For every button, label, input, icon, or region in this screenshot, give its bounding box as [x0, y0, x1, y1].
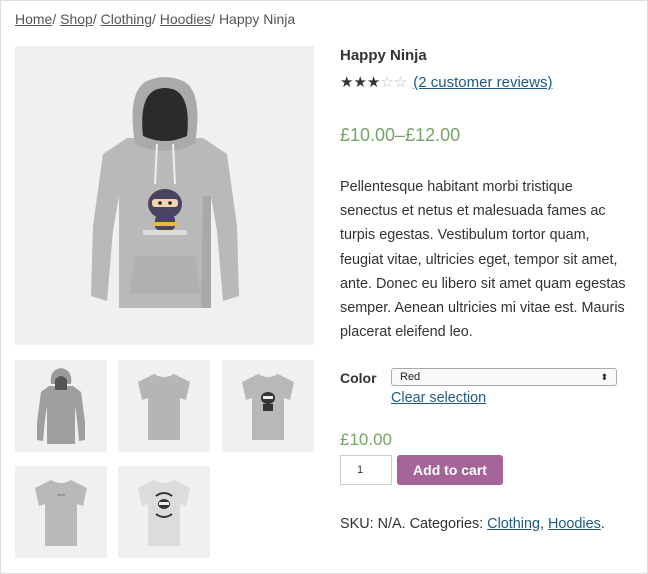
category-hoodies-link[interactable]: Hoodies [548, 516, 601, 532]
breadcrumb-shop-link[interactable]: Shop [60, 11, 93, 27]
add-to-cart-button[interactable]: Add to cart [397, 455, 503, 485]
variation-price: £10.00 [340, 430, 392, 449]
breadcrumb-current: Happy Ninja [218, 11, 296, 27]
product-thumbnail-tshirt-ninja[interactable] [222, 360, 314, 452]
product-main-image[interactable] [15, 46, 314, 345]
star-empty-icon: ☆ [393, 73, 408, 91]
breadcrumb-separator: / [52, 11, 61, 27]
product-thumbnail-tshirt-back[interactable] [118, 360, 210, 452]
star-empty-icon: ☆ [380, 73, 394, 91]
tshirt-white-image [118, 466, 210, 558]
color-label: Color [340, 370, 377, 386]
breadcrumb-clothing-link[interactable]: Clothing [101, 11, 152, 27]
meta-end: . [600, 516, 605, 532]
select-arrow-icon: ⬍ [600, 371, 608, 382]
clear-selection-link[interactable]: Clear selection [391, 390, 486, 406]
color-select[interactable]: Red ⬍ [391, 368, 617, 386]
meta-separator: , [539, 516, 548, 532]
breadcrumb-home-link[interactable]: Home [15, 11, 52, 27]
breadcrumb: Home/ Shop/ Clothing/ Hoodies/ Happy Nin… [15, 11, 295, 27]
product-rating: ★ ★ ★ ☆ ☆ (2 customer reviews) [340, 74, 552, 91]
product-thumbnail-hoodie-back[interactable] [15, 360, 107, 452]
tshirt-back-image [118, 360, 210, 452]
product-thumbnail-tshirt-plain[interactable] [15, 466, 107, 558]
product-thumbnail-tshirt-white[interactable] [118, 466, 210, 558]
color-select-value: Red [400, 371, 421, 383]
breadcrumb-hoodies-link[interactable]: Hoodies [160, 11, 211, 27]
quantity-input[interactable]: 1 [340, 455, 392, 485]
star-filled-icon: ★ [366, 73, 381, 91]
breadcrumb-separator: / [152, 11, 160, 27]
hoodie-image [15, 46, 314, 345]
hoodie-back-image [15, 360, 107, 452]
customer-reviews-link[interactable]: (2 customer reviews) [413, 74, 552, 91]
price-range: £10.00–£12.00 [340, 125, 461, 145]
product-title: Happy Ninja [340, 47, 427, 64]
tshirt-ninja-image [222, 360, 314, 452]
star-rating: ★ ★ ★ ☆ ☆ [340, 73, 408, 91]
star-filled-icon: ★ [340, 73, 354, 91]
tshirt-plain-image [15, 466, 107, 558]
breadcrumb-separator: / [211, 11, 219, 27]
category-clothing-link[interactable]: Clothing [487, 516, 540, 532]
breadcrumb-separator: / [92, 11, 101, 27]
product-meta: SKU: N/A. Categories: Clothing, Hoodies. [340, 516, 605, 532]
star-filled-icon: ★ [353, 73, 367, 91]
meta-sku-text: SKU: N/A. Categories: [340, 516, 488, 532]
product-description: Pellentesque habitant morbi tristique se… [340, 179, 626, 341]
